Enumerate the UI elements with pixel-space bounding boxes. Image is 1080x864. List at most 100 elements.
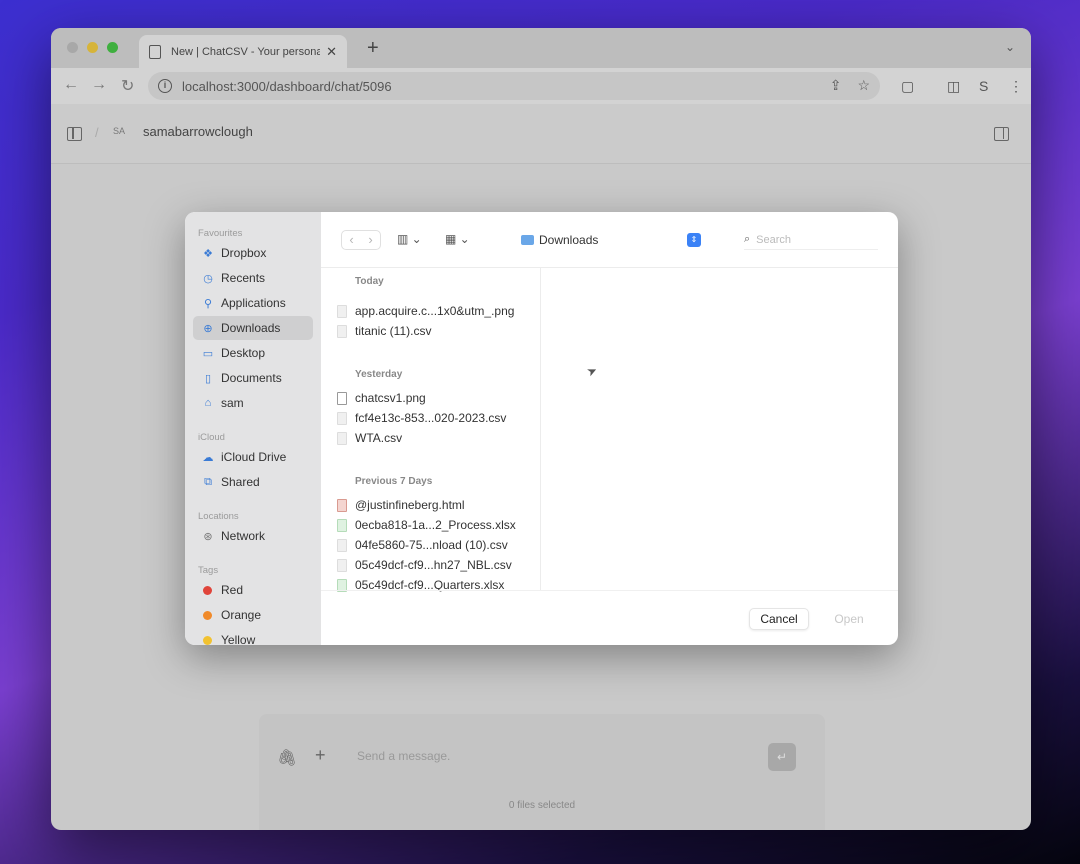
back-arrow-icon[interactable]: ← — [63, 76, 79, 94]
cloud-icon: ☁ — [202, 451, 214, 464]
grid-view-icon[interactable]: ▦ ⌄ — [445, 232, 470, 246]
sidebar-item-downloads[interactable]: ⊕ Downloads — [193, 316, 313, 340]
sidebar-item-home[interactable]: ⌂ sam — [193, 391, 313, 415]
file-open-dialog: Favourites ❖ Dropbox ◷ Recents ⚲ Applicatio… — [185, 212, 898, 645]
tab-close-icon[interactable]: ✕ — [326, 44, 337, 60]
sidebar-item-dropbox[interactable]: ❖ Dropbox — [193, 241, 313, 265]
download-icon: ⊕ — [203, 322, 213, 335]
sidebar-item-desktop[interactable]: ▭ Desktop — [193, 341, 313, 365]
sidebar-item-recents[interactable]: ◷ Recents — [193, 266, 313, 290]
app-header: / SA samabarrowclough — [51, 104, 1031, 164]
dropbox-icon: ❖ — [203, 247, 213, 260]
file-row[interactable]: 05c49dcf-cf9...hn27_NBL.csv — [337, 556, 537, 574]
sidebar-item-applications[interactable]: ⚲ Applications — [193, 291, 313, 315]
dialog-sidebar: Favourites ❖ Dropbox ◷ Recents ⚲ Applicatio… — [185, 212, 321, 645]
sidebar-item-tag-yellow[interactable]: Yellow — [193, 628, 313, 645]
forward-chevron-icon[interactable]: › — [361, 231, 380, 249]
file-icon — [337, 324, 347, 338]
sidebar-toggle-icon[interactable] — [67, 127, 82, 141]
close-window-button[interactable] — [67, 42, 78, 53]
globe-icon: ⊛ — [203, 530, 213, 543]
file-row[interactable]: 0ecba818-1a...2_Process.xlsx — [337, 516, 537, 534]
folder-icon — [521, 235, 534, 245]
file-row[interactable]: @justinfineberg.html — [337, 496, 537, 514]
document-icon: ▯ — [204, 372, 212, 385]
tab-list-chevron-icon[interactable]: ⌄ — [1005, 40, 1015, 54]
applications-icon: ⚲ — [203, 297, 213, 310]
location-stepper-icon[interactable]: ⇕ — [687, 233, 701, 247]
html-file-icon — [337, 498, 347, 512]
forward-arrow-icon[interactable]: → — [91, 76, 107, 94]
file-icon — [337, 304, 347, 318]
file-row[interactable]: WTA.csv — [337, 429, 537, 447]
column-view-icon[interactable]: ▥ ⌄ — [397, 232, 422, 246]
share-icon[interactable]: ⇪ — [830, 77, 842, 94]
minimize-window-button[interactable] — [87, 42, 98, 53]
sidebar-section-tags: Tags — [198, 565, 219, 576]
dialog-toolbar: ‹ › ▥ ⌄ ▦ ⌄ Downloads ⇕ ⌕ — [321, 212, 898, 268]
new-tab-button[interactable]: + — [367, 37, 379, 60]
files-selected-status: 0 files selected — [508, 800, 576, 811]
address-bar[interactable]: i localhost:3000/dashboard/chat/5096 ⇪ ☆ — [148, 72, 880, 100]
file-row[interactable]: chatcsv1.png — [337, 389, 537, 407]
group-header-previous-7-days: Previous 7 Days — [355, 476, 433, 487]
file-row[interactable]: 04fe5860-75...nload (10).csv — [337, 536, 537, 554]
sidebar-section-favourites: Favourites — [198, 228, 243, 239]
right-panel-toggle-icon[interactable] — [994, 127, 1009, 141]
browser-tab[interactable]: New | ChatCSV - Your personal data analy… — [139, 35, 347, 68]
group-header-yesterday: Yesterday — [355, 369, 403, 380]
cancel-button[interactable]: Cancel — [749, 608, 809, 630]
file-icon — [337, 558, 347, 572]
group-header-today: Today — [355, 276, 384, 287]
sidebar-item-tag-orange[interactable]: Orange — [193, 603, 313, 627]
sidebar-item-network[interactable]: ⊛ Network — [193, 524, 313, 548]
orange-tag-dot — [203, 610, 212, 620]
paperclip-icon[interactable]: 🖇 — [277, 748, 297, 768]
file-list: Today app.acquire.c...1x0&utm_.png titan… — [321, 268, 541, 592]
side-panel-icon[interactable]: ◫ — [947, 78, 960, 95]
mouse-cursor-icon: ➤ — [584, 362, 600, 380]
zoom-window-button[interactable] — [107, 42, 118, 53]
back-forward-buttons[interactable]: ‹ › — [341, 230, 381, 250]
spreadsheet-file-icon — [337, 518, 347, 532]
site-info-icon[interactable]: i — [158, 79, 172, 93]
tab-bar: New | ChatCSV - Your personal data analy… — [51, 28, 1031, 68]
file-icon — [337, 411, 347, 425]
yellow-tag-dot — [203, 635, 212, 645]
back-chevron-icon[interactable]: ‹ — [342, 231, 361, 249]
dialog-footer: Cancel Open — [321, 590, 898, 645]
sidebar-item-documents[interactable]: ▯ Documents — [193, 366, 313, 390]
sidebar-item-tag-red[interactable]: Red — [193, 578, 313, 602]
breadcrumb-separator: / — [95, 125, 99, 140]
bookmark-star-icon[interactable]: ☆ — [857, 77, 870, 94]
open-button[interactable]: Open — [821, 608, 877, 630]
location-select[interactable]: Downloads ⇕ — [521, 230, 701, 250]
dialog-main: ‹ › ▥ ⌄ ▦ ⌄ Downloads ⇕ ⌕ Today app.acqu… — [321, 212, 898, 645]
add-attachment-button[interactable]: + — [315, 745, 326, 766]
document-icon — [149, 44, 161, 59]
search-input[interactable] — [756, 233, 857, 246]
desktop-icon: ▭ — [202, 347, 214, 360]
file-row[interactable]: app.acquire.c...1x0&utm_.png — [337, 302, 537, 320]
image-file-icon — [337, 391, 347, 405]
url-text: localhost:3000/dashboard/chat/5096 — [182, 78, 392, 94]
file-row[interactable]: titanic (11).csv — [337, 322, 537, 340]
sidebar-item-shared[interactable]: ⧉ Shared — [193, 470, 313, 494]
browser-toolbar: ← → ↻ i localhost:3000/dashboard/chat/50… — [51, 68, 1031, 104]
username-label[interactable]: samabarrowclough — [143, 124, 253, 139]
sidebar-item-icloud-drive[interactable]: ☁ iCloud Drive — [193, 445, 313, 469]
browser-menu-icon[interactable]: ⋮ — [1009, 78, 1023, 95]
message-input[interactable] — [357, 738, 757, 774]
file-icon — [337, 538, 347, 552]
dialog-search[interactable]: ⌕ — [744, 230, 878, 250]
avatar: SA — [113, 126, 126, 136]
send-button[interactable]: ↵ — [768, 743, 796, 771]
reload-icon[interactable]: ↻ — [121, 76, 134, 96]
profile-avatar[interactable]: S — [979, 78, 988, 94]
chat-composer: 🖇 + ↵ 0 files selected — [259, 714, 825, 830]
red-tag-dot — [203, 585, 212, 595]
search-icon: ⌕ — [744, 233, 751, 245]
extensions-icon[interactable]: ▢ — [901, 78, 914, 95]
sidebar-section-icloud: iCloud — [198, 432, 225, 443]
file-row[interactable]: fcf4e13c-853...020-2023.csv — [337, 409, 537, 427]
